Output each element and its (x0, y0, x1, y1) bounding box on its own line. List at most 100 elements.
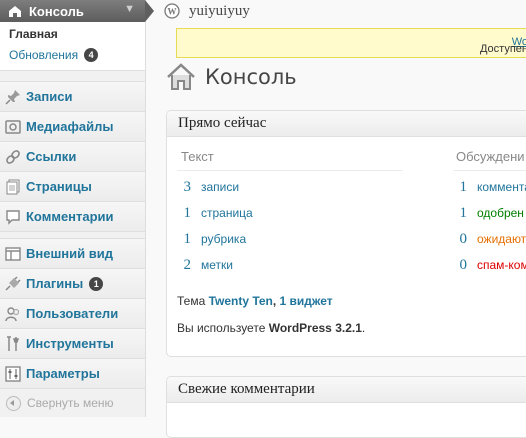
version-suffix: . (361, 321, 366, 335)
site-title[interactable]: yuiyuiyuy (189, 3, 250, 20)
link-icon (6, 149, 20, 164)
stat-categories[interactable]: 1 рубрика (173, 231, 247, 248)
media-icon (5, 119, 21, 134)
menu-settings-label: Параметры (26, 366, 100, 381)
stat-label: рубрика (201, 232, 247, 246)
stat-number: 1 (183, 231, 192, 247)
menu-plugins-label: Плагины (26, 276, 84, 291)
menu-dashboard[interactable]: Консоль ▼ (0, 0, 145, 22)
recent-comments-widget: Свежие комментарии (166, 376, 526, 438)
stat-label: спам-ком (477, 258, 526, 272)
stat-number: 0 (459, 231, 468, 247)
home-icon (167, 63, 195, 90)
content-divider (177, 170, 403, 171)
tools-icon (7, 335, 20, 351)
right-now-title[interactable]: Прямо сейчас (167, 111, 526, 137)
menu-separator (0, 71, 145, 82)
stat-label: ожидают (477, 232, 526, 246)
version-number: WordPress 3.2.1 (268, 321, 362, 335)
updates-count-badge: 4 (84, 48, 99, 62)
settings-icon (5, 365, 21, 382)
menu-posts[interactable]: Записи (0, 82, 145, 112)
right-now-title-text: Прямо сейчас (178, 115, 267, 131)
menu-users-label: Пользователи (26, 306, 119, 321)
menu-users[interactable]: Пользователи (0, 299, 145, 329)
collapse-arrow-icon[interactable]: ▼ (124, 3, 135, 15)
stat-label: одобрен (477, 206, 524, 220)
stat-number: 1 (183, 205, 192, 221)
dashboard-submenu: Главная Обновления 4 (0, 22, 145, 71)
admin-sidebar: Консоль ▼ Главная Обновления 4 Записи Ме… (0, 0, 146, 417)
appearance-icon (5, 246, 21, 261)
menu-appearance[interactable]: Внешний вид (0, 239, 145, 269)
menu-settings[interactable]: Параметры (0, 359, 145, 389)
current-menu-pointer (145, 0, 154, 22)
menu-posts-label: Записи (26, 89, 73, 104)
version-info: Вы используете WordPress 3.2.1. (177, 321, 365, 335)
page-title: Консоль (205, 65, 297, 89)
stat-comments[interactable]: 1 коммента (449, 179, 526, 196)
menu-plugins[interactable]: Плагины 1 (0, 269, 145, 299)
wordpress-logo-icon: W (164, 3, 180, 19)
theme-link[interactable]: Twenty Ten (209, 294, 273, 308)
menu-pages[interactable]: Страницы (0, 172, 145, 202)
theme-info: Тема Twenty Ten, 1 виджет (177, 294, 333, 308)
pages-icon (6, 179, 20, 194)
stat-label: записи (201, 180, 240, 194)
stat-tags[interactable]: 2 метки (173, 257, 233, 274)
stat-number: 3 (183, 179, 192, 195)
menu-tools[interactable]: Инструменты (0, 329, 145, 359)
svg-text:W: W (168, 7, 177, 17)
menu-appearance-label: Внешний вид (26, 246, 113, 261)
recent-comments-title-text: Свежие комментарии (178, 381, 315, 397)
discussion-divider (453, 170, 526, 171)
collapse-menu-label: Свернуть меню (27, 396, 114, 410)
admin-header: W yuiyuiyuy (154, 0, 526, 22)
recent-comments-title[interactable]: Свежие комментарии (167, 377, 526, 403)
widgets-link[interactable]: 1 виджет (280, 294, 333, 308)
right-now-widget: Прямо сейчас Текст Обсуждени 3 записи 1 … (166, 110, 526, 357)
stat-pending[interactable]: 0 ожидают (449, 231, 526, 248)
theme-separator: , (272, 294, 280, 308)
menu-links-label: Ссылки (26, 149, 77, 164)
version-prefix: Вы используете (177, 321, 269, 335)
menu-pages-label: Страницы (26, 179, 92, 194)
stat-number: 2 (183, 257, 192, 273)
collapse-menu-button[interactable]: Свернуть меню (0, 389, 145, 417)
menu-comments-label: Комментарии (26, 209, 114, 224)
pin-icon (5, 89, 20, 105)
menu-media-label: Медиафайлы (26, 119, 114, 134)
stat-number: 0 (459, 257, 468, 273)
collapse-arrow-icon (6, 395, 21, 411)
submenu-updates[interactable]: Обновления 4 (0, 45, 145, 66)
stat-label: метки (201, 258, 233, 272)
dashboard-icon (9, 6, 21, 17)
update-notice: Доступен Wo (176, 28, 526, 58)
stat-label: коммента (477, 180, 526, 194)
plugins-count-badge: 1 (89, 276, 104, 291)
submenu-home[interactable]: Главная (0, 24, 145, 45)
submenu-updates-label: Обновления (9, 48, 79, 62)
stat-approved[interactable]: 1 одобрен (449, 205, 524, 222)
menu-links[interactable]: Ссылки (0, 142, 145, 172)
discussion-column-header: Обсуждени (456, 149, 525, 164)
menu-media[interactable]: Медиафайлы (0, 112, 145, 142)
stat-label: страница (201, 206, 253, 220)
menu-dashboard-label: Консоль (29, 3, 84, 19)
submenu-home-label: Главная (9, 27, 58, 41)
update-notice-text: Доступен (479, 43, 526, 55)
plugin-icon (5, 275, 21, 291)
menu-comments[interactable]: Комментарии (0, 202, 145, 232)
menu-separator (0, 232, 145, 239)
stat-spam[interactable]: 0 спам-ком (449, 257, 526, 274)
theme-prefix: Тема (177, 294, 209, 308)
menu-tools-label: Инструменты (26, 336, 114, 351)
comment-icon (6, 209, 20, 225)
stat-number: 1 (459, 179, 468, 195)
users-icon (5, 306, 20, 321)
stat-pages[interactable]: 1 страница (173, 205, 253, 222)
stat-number: 1 (459, 205, 468, 221)
content-column-header: Текст (181, 149, 214, 164)
stat-posts[interactable]: 3 записи (173, 179, 240, 196)
page-heading: Консоль (165, 61, 297, 93)
